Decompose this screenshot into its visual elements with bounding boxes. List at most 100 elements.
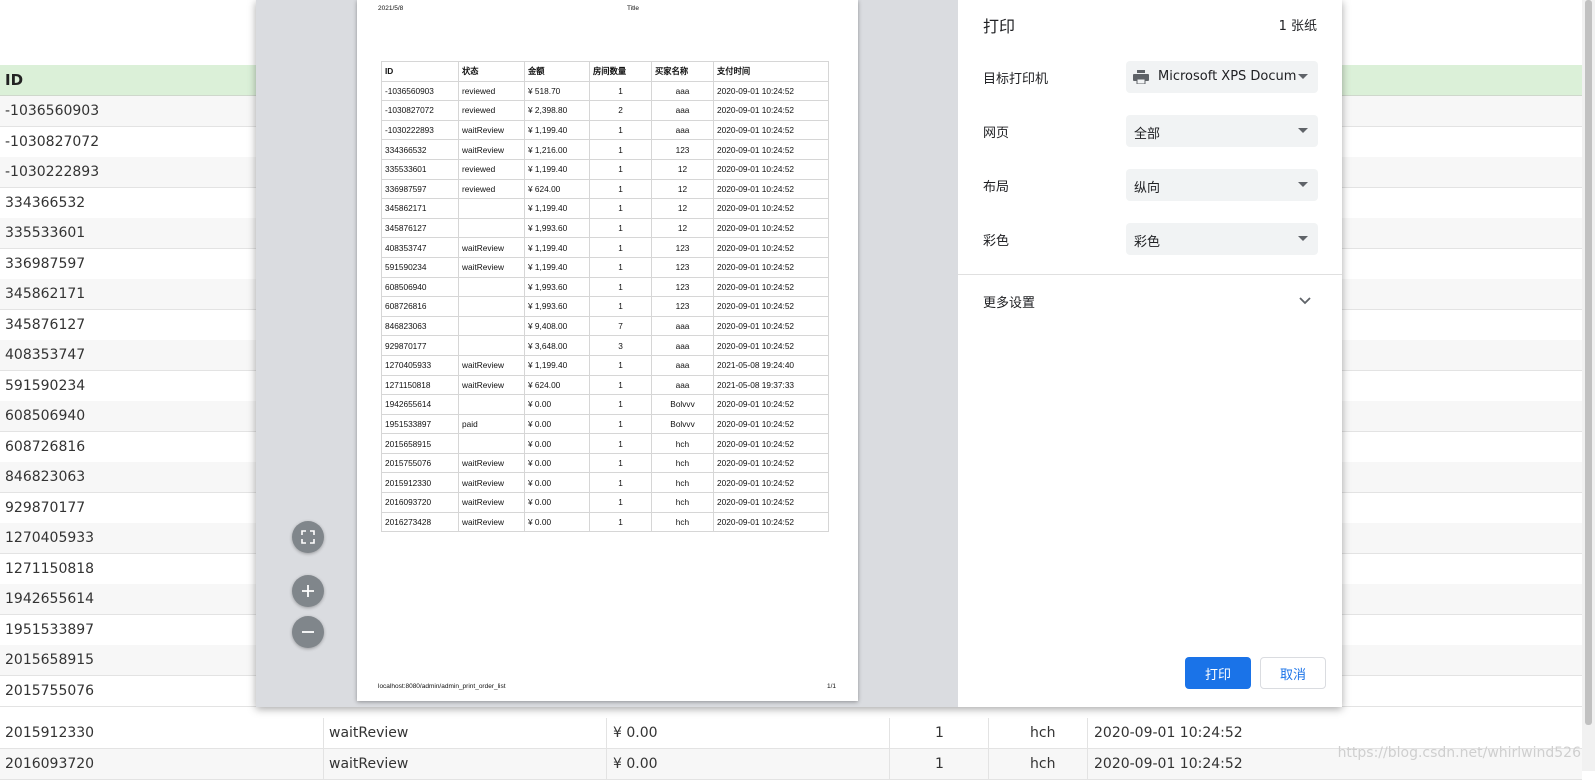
preview-cell: waitReview bbox=[458, 237, 525, 258]
pages-label: 网页 bbox=[983, 126, 1010, 141]
layout-label: 布局 bbox=[983, 180, 1010, 195]
preview-row: 334366532 waitReview ¥ 1,216.00 1 123 2020-09… bbox=[381, 139, 829, 160]
preview-cell: 2020-09-01 10:24:52 bbox=[713, 276, 829, 298]
destination-label: 目标打印机 bbox=[983, 72, 1049, 87]
column-divider bbox=[1087, 748, 1088, 779]
preview-table-header: ID 状态 金额 房间数量 买家名称 支付时间 bbox=[381, 61, 829, 82]
preview-row: 336987597 reviewed ¥ 624.00 1 12 2020-09-01 1… bbox=[381, 178, 829, 200]
color-select[interactable]: 彩色 bbox=[1126, 223, 1318, 255]
preview-cell: 12 bbox=[651, 217, 714, 239]
preview-cell: reviewed bbox=[458, 178, 525, 200]
zoom-out-button[interactable] bbox=[292, 616, 324, 648]
preview-cell bbox=[458, 296, 525, 317]
preview-cell: 1942655614 bbox=[381, 394, 459, 415]
preview-cell bbox=[458, 433, 525, 454]
preview-cell: aaa bbox=[651, 354, 714, 376]
preview-cell: 1 bbox=[589, 296, 652, 317]
print-button[interactable]: 打印 bbox=[1185, 657, 1251, 689]
preview-cell: ¥ 9,408.00 bbox=[524, 315, 590, 337]
layout-value: 纵向 bbox=[1134, 181, 1161, 196]
preview-cell: 608726816 bbox=[381, 296, 459, 317]
row-id: -1030222893 bbox=[5, 164, 100, 180]
preview-cell: 2020-09-01 10:24:52 bbox=[713, 296, 829, 317]
page-header-title: Title bbox=[627, 5, 640, 12]
preview-row: 345862171 ¥ 1,199.40 1 12 2020-09-01 10:24:5… bbox=[381, 198, 829, 219]
preview-row: 591590234 waitReview ¥ 1,199.40 1 123 2020-09… bbox=[381, 256, 829, 278]
preview-cell: 2020-09-01 10:24:52 bbox=[713, 237, 829, 258]
preview-column-header: 房间数量 bbox=[589, 61, 652, 82]
chevron-down-icon[interactable] bbox=[1298, 293, 1312, 307]
preview-cell: 1 bbox=[589, 472, 652, 494]
preview-cell: ¥ 1,993.60 bbox=[524, 296, 590, 317]
preview-cell bbox=[458, 335, 525, 356]
header-id: ID bbox=[5, 71, 24, 89]
print-dialog: 2021/5/8 Title ID 状态 金额 房间数量 买家名称 支付时间 -10365… bbox=[256, 0, 1342, 707]
page-scrollbar[interactable] bbox=[1582, 0, 1595, 771]
row-amount: ¥ 0.00 bbox=[613, 755, 658, 772]
preview-cell: 336987597 bbox=[381, 178, 459, 200]
column-divider bbox=[606, 718, 607, 748]
preview-cell: 2015755076 bbox=[381, 452, 459, 474]
preview-cell: 2020-09-01 10:24:52 bbox=[713, 335, 829, 356]
preview-cell: ¥ 1,199.40 bbox=[524, 354, 590, 376]
preview-cell: 2016093720 bbox=[381, 492, 459, 513]
column-divider bbox=[323, 718, 324, 748]
column-divider bbox=[889, 718, 890, 748]
row-buyer: hch bbox=[1030, 725, 1056, 741]
row-id: 345862171 bbox=[5, 286, 86, 302]
color-label: 彩色 bbox=[983, 234, 1010, 249]
row-id: 1271150818 bbox=[5, 560, 95, 577]
preview-cell: aaa bbox=[651, 315, 714, 337]
preview-cell: ¥ 1,199.40 bbox=[524, 198, 590, 219]
scrollbar-thumb[interactable] bbox=[1585, 0, 1592, 725]
preview-row: 608506940 ¥ 1,993.60 1 123 2020-09-01 10:24:… bbox=[381, 276, 829, 298]
preview-cell: ¥ 1,199.40 bbox=[524, 158, 590, 180]
preview-cell: -1036560903 bbox=[381, 80, 459, 102]
row-time: 2020-09-01 10:24:52 bbox=[1094, 725, 1243, 741]
preview-cell: 1 bbox=[589, 119, 652, 141]
preview-row: 2015912330 waitReview ¥ 0.00 1 hch 2020-09-01… bbox=[381, 472, 829, 494]
row-buyer: hch bbox=[1030, 755, 1056, 772]
preview-row: -1036560903 reviewed ¥ 518.70 1 aaa 2020-09-0… bbox=[381, 80, 829, 102]
preview-cell: Bolvvv bbox=[651, 394, 714, 415]
column-divider bbox=[606, 748, 607, 779]
preview-cell: waitReview bbox=[458, 452, 525, 474]
row-id: 1942655614 bbox=[5, 591, 95, 607]
preview-cell: 1270405933 bbox=[381, 354, 459, 376]
more-settings-toggle[interactable]: 更多设置 bbox=[983, 292, 1035, 311]
preview-cell: aaa bbox=[651, 335, 714, 356]
preview-cell: aaa bbox=[651, 374, 714, 396]
destination-select[interactable]: Microsoft XPS Docum bbox=[1126, 61, 1318, 93]
preview-cell: 1 bbox=[589, 276, 652, 298]
preview-cell: hch bbox=[651, 452, 714, 474]
fit-to-page-button[interactable] bbox=[292, 521, 324, 553]
layout-select[interactable]: 纵向 bbox=[1126, 169, 1318, 201]
preview-cell: waitReview bbox=[458, 472, 525, 494]
watermark: https://blog.csdn.net/whirlwind526 bbox=[1337, 745, 1581, 761]
preview-row: 2015658915 ¥ 0.00 1 hch 2020-09-01 10:24:52 bbox=[381, 433, 829, 454]
preview-cell: 12 bbox=[651, 178, 714, 200]
preview-cell bbox=[458, 315, 525, 337]
preview-cell: 2020-09-01 10:24:52 bbox=[713, 119, 829, 141]
preview-cell: 2020-09-01 10:24:52 bbox=[713, 256, 829, 278]
preview-cell: 1 bbox=[589, 394, 652, 415]
preview-cell: 123 bbox=[651, 256, 714, 278]
cancel-button[interactable]: 取消 bbox=[1260, 657, 1326, 689]
preview-cell: 1 bbox=[589, 433, 652, 454]
preview-cell: ¥ 1,993.60 bbox=[524, 276, 590, 298]
preview-cell: ¥ 0.00 bbox=[524, 511, 590, 533]
zoom-in-button[interactable] bbox=[292, 575, 324, 607]
preview-cell: 2020-09-01 10:24:52 bbox=[713, 315, 829, 337]
preview-cell: 2020-09-01 10:24:52 bbox=[713, 178, 829, 200]
zoom-in-icon bbox=[302, 585, 314, 597]
column-divider bbox=[988, 748, 989, 779]
preview-cell: Bolvvv bbox=[651, 413, 714, 435]
row-status: waitReview bbox=[329, 755, 409, 772]
preview-cell: ¥ 1,199.40 bbox=[524, 256, 590, 278]
pages-select[interactable]: 全部 bbox=[1126, 115, 1318, 147]
preview-cell: 591590234 bbox=[381, 256, 459, 278]
preview-cell: 123 bbox=[651, 139, 714, 160]
preview-cell: 408353747 bbox=[381, 237, 459, 258]
preview-cell: 12 bbox=[651, 198, 714, 219]
preview-table: ID 状态 金额 房间数量 买家名称 支付时间 -1036560903 reviewed ¥ … bbox=[381, 61, 829, 533]
